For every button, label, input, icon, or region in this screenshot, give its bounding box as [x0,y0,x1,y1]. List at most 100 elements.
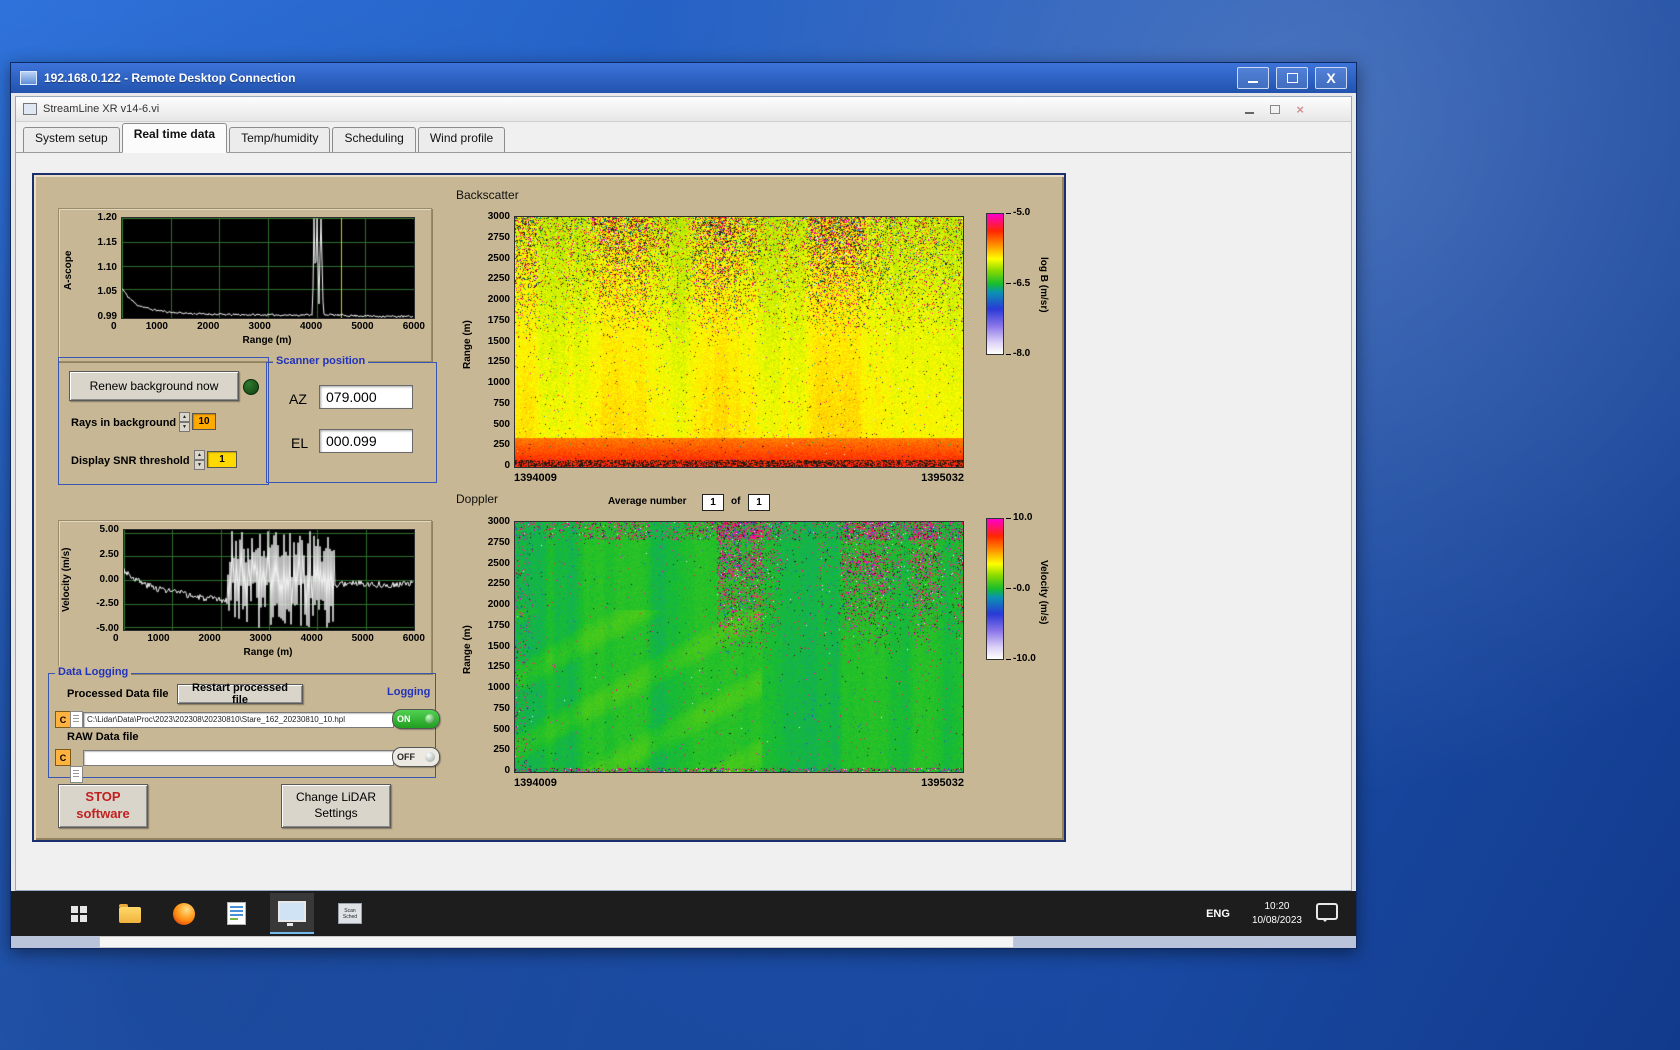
spinner-up-icon[interactable]: ▲ [179,412,190,422]
backscatter-ytick-labels-item: 2500 [487,252,510,264]
change-lidar-settings-button[interactable]: Change LiDAR Settings [281,784,391,828]
start-icon [71,905,78,913]
backscatter-colorbar-ticks-item: -6.5 [1006,278,1030,289]
velocity-xtick-labels-item: 0 [113,633,119,644]
average-number-field[interactable]: 1 [702,494,724,511]
ascope-xtick-labels-item: 1000 [145,321,168,332]
velocity-xtick-labels: 0 1000 2000 3000 4000 5000 6000 [113,633,425,644]
change-line2: Settings [314,806,358,820]
rdp-close-button[interactable]: X [1315,67,1347,89]
backscatter-ytick-labels-item: 2750 [487,231,510,243]
tab-wind-profile[interactable]: Wind profile [417,127,506,152]
rdp-titlebar[interactable]: 192.168.0.122 - Remote Desktop Connectio… [11,63,1356,93]
doppler-colorbar-ticks: 10.0 -0.0 -10.0 [1006,512,1036,664]
backscatter-ylabel: Range (m) [462,320,473,370]
maximize-icon [1286,73,1298,83]
spinner-up-icon[interactable]: ▲ [194,450,205,460]
doppler-ytick-labels-item: 2750 [487,536,510,548]
doppler-ytick-labels-item: 1250 [487,661,510,673]
chat-icon[interactable] [1316,902,1338,922]
toggle-knob [425,752,435,762]
start-button[interactable] [63,893,95,934]
rdp-window-title: 192.168.0.122 - Remote Desktop Connectio… [44,71,296,85]
raw-logging-toggle[interactable]: OFF [392,747,440,767]
doppler-colorbar-ticks-item: 10.0 [1006,512,1036,523]
tab-scheduling[interactable]: Scheduling [332,127,416,152]
az-field[interactable]: 079.000 [319,385,413,409]
average-total-field[interactable]: 1 [748,494,770,511]
app-minimize-icon[interactable] [1245,111,1255,114]
backscatter-ytick-labels-item: 1500 [487,335,510,347]
stop-software-button[interactable]: STOP software [58,784,148,828]
rdp-maximize-button[interactable] [1276,67,1308,89]
rdp-minimize-button[interactable] [1237,67,1269,89]
doppler-x-start-label: 1394009 [514,777,557,789]
tab-temp-humidity[interactable]: Temp/humidity [229,127,331,152]
doppler-xaxis: 1394009 1395032 [514,777,964,789]
backscatter-title: Backscatter [456,188,519,202]
of-label: of [731,496,741,507]
stop-line1: STOP [85,789,121,805]
raw-drive-selector[interactable]: C [55,749,71,766]
backscatter-ytick-labels-item: 2250 [487,273,510,285]
folder-icon [119,904,141,923]
app-titlebar[interactable]: StreamLine XR v14-6.vi × [16,97,1351,122]
doppler-ytick-labels-item: 2500 [487,557,510,569]
firefox-button[interactable] [165,893,203,934]
backscatter-ytick-labels-item: 2000 [487,294,510,305]
rays-value-field[interactable]: 10 [192,413,216,430]
snr-spinner[interactable]: ▲ ▼ [194,450,205,470]
app-close-icon[interactable]: × [1296,103,1304,116]
rays-spinner[interactable]: ▲ ▼ [179,412,190,432]
backscatter-colorbar-ticks: -5.0 -6.5 -8.0 [1006,207,1030,359]
snr-value-field[interactable]: 1 [207,451,237,468]
scanner-position-title: Scanner position [273,355,369,367]
restart-processed-file-button[interactable]: Restart processed file [177,682,303,706]
processed-data-file-label: Processed Data file [67,688,169,700]
tab-real-time-data[interactable]: Real time data [121,123,228,153]
processed-browse-icon[interactable] [70,711,83,728]
scan-scheduler-icon: Scan Sched [338,903,362,924]
file-explorer-button[interactable] [111,893,149,934]
backscatter-xaxis: 1394009 1395032 [514,472,964,484]
doppler-ytick-labels-item: 750 [493,702,510,714]
spinner-down-icon[interactable]: ▼ [179,422,190,432]
velocity-ytick-labels-item: 0.00 [99,573,119,585]
stop-line2: software [76,806,130,821]
velocity-xtick-labels-item: 6000 [402,633,425,644]
window-edge-strip [99,936,1014,948]
raw-browse-icon[interactable] [70,766,83,783]
spinner-down-icon[interactable]: ▼ [194,460,205,470]
backscatter-ytick-labels-item: 500 [493,418,510,430]
el-field[interactable]: 000.099 [319,429,413,453]
streamline-taskbar-button[interactable] [270,893,314,934]
doppler-ytick-labels: 3000 2750 2500 2250 2000 1750 1500 1250 1000 750 5… [478,516,510,776]
renew-background-button[interactable]: Renew background now [69,371,239,401]
raw-path-field[interactable] [83,750,394,766]
clock-date: 10/08/2023 [1251,914,1302,926]
ascope-xtick-labels-item: 3000 [248,321,271,332]
backscatter-ytick-labels-item: 1250 [487,356,510,368]
tab-bar: System setup Real time data Temp/humidity S… [16,122,1351,153]
doppler-ytick-labels-item: 0 [504,765,510,776]
velocity-plot-canvas [123,529,415,631]
rays-in-background-label: Rays in background [71,417,177,429]
backscatter-ytick-labels-item: 250 [493,439,510,451]
velocity-xlabel: Range (m) [243,647,293,658]
taskbar-clock[interactable]: 10:20 10/08/2023 [1252,900,1302,928]
app-maximize-icon[interactable] [1270,104,1281,114]
tab-system-setup[interactable]: System setup [23,127,120,152]
velocity-ytick-labels: 5.00 2.50 0.00 -2.50 -5.00 [75,524,119,634]
velocity-ytick-labels-item: 2.50 [99,548,119,560]
rdp-client-area: StreamLine XR v14-6.vi × System setup Rea… [11,93,1356,948]
ascope-plot-canvas [121,217,415,319]
processed-path-field[interactable]: C:\Lidar\Data\Proc\2023\202308\20230810\… [83,712,394,728]
change-line1: Change LiDAR [295,790,377,805]
language-indicator[interactable]: ENG [1198,902,1238,926]
doppler-ytick-labels-item: 3000 [487,516,510,527]
notepad-button[interactable] [219,893,254,934]
app-icon [23,103,37,115]
scan-scheduler-button[interactable]: Scan Sched [330,893,370,934]
processed-drive-selector[interactable]: C [55,711,71,728]
processed-logging-toggle[interactable]: ON [392,709,440,729]
